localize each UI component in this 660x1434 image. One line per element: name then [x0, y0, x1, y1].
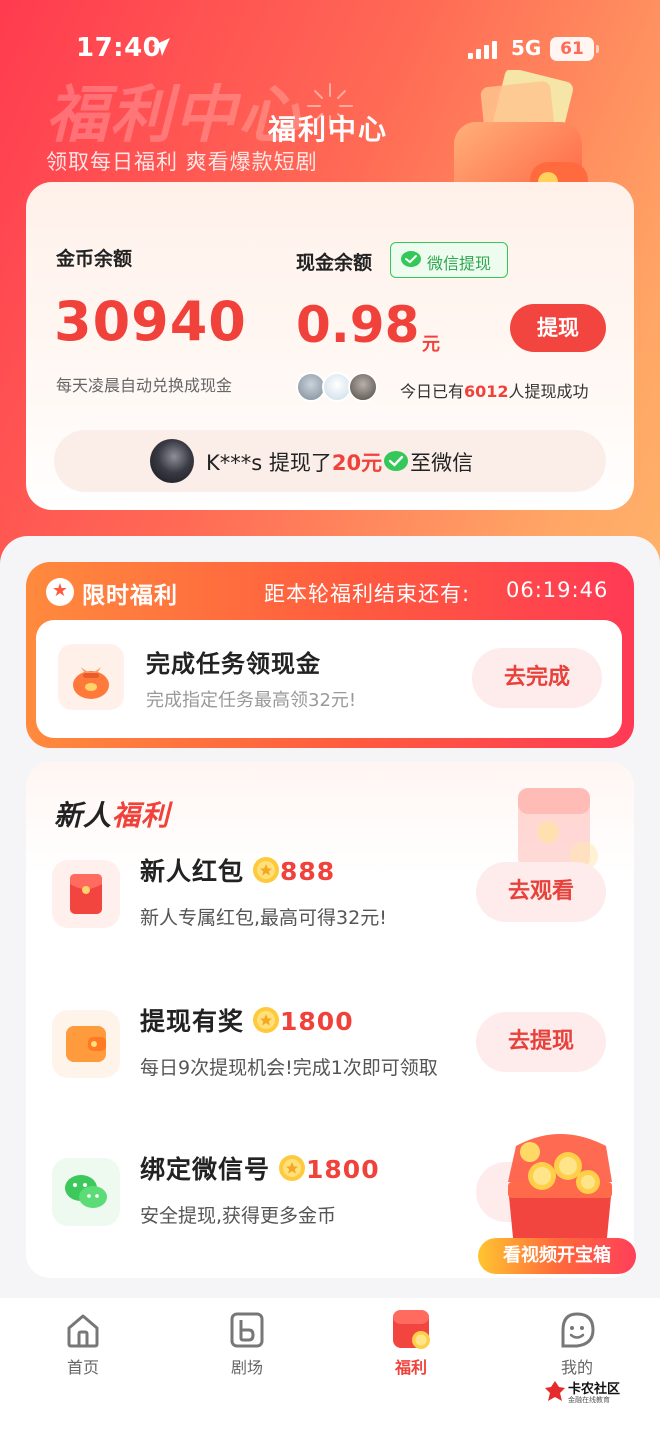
- coin-icon: [279, 1155, 306, 1181]
- coin-exchange-note: 每天凌晨自动兑换成现金: [56, 376, 233, 395]
- complete-task-button[interactable]: 去完成: [472, 648, 602, 708]
- section-title: 新人福利: [54, 794, 170, 834]
- cash-balance-value: 0.98: [296, 296, 420, 354]
- tab-label: 福利: [394, 1358, 427, 1377]
- benefit-name: 绑定微信号: [140, 1155, 271, 1184]
- coin-icon: [253, 1007, 280, 1033]
- ticker-user: K***s: [206, 451, 263, 475]
- tab-welfare[interactable]: 福利: [356, 1310, 466, 1380]
- battery-cap: [596, 45, 599, 53]
- task-box: 完成任务领现金 完成指定任务最高领32元! 去完成: [36, 620, 622, 738]
- ticker-suffix: 至微信: [410, 451, 474, 475]
- theater-icon: [230, 1312, 264, 1348]
- money-bag-icon: [73, 667, 109, 699]
- benefit-row-red-envelope: 新人红包 888 新人专属红包,最高可得32元! 去观看: [26, 857, 634, 980]
- wallet-icon: [66, 1026, 106, 1062]
- coin-balance-label: 金币余额: [56, 248, 133, 270]
- benefit-description: 安全提现,获得更多金币: [140, 1205, 337, 1227]
- status-time: 17:40: [76, 33, 162, 63]
- benefit-row-withdraw-reward: 提现有奖 1800 每日9次提现机会!完成1次即可领取 去提现: [26, 1007, 634, 1130]
- tab-label: 剧场: [230, 1358, 263, 1377]
- benefit-icon-container: [52, 1010, 120, 1078]
- coin-balance-value: 30940: [54, 290, 247, 353]
- cash-balance-label: 现金余额: [296, 252, 373, 274]
- wechat-check-icon: [384, 451, 409, 471]
- benefit-description: 新人专属红包,最高可得32元!: [140, 907, 387, 929]
- success-count: 6012: [464, 382, 509, 401]
- tab-theater[interactable]: 剧场: [192, 1310, 302, 1380]
- network-label: 5G: [511, 36, 542, 60]
- treasure-chest-icon[interactable]: [494, 1126, 626, 1254]
- benefit-points: 1800: [306, 1155, 380, 1184]
- watch-button[interactable]: 去观看: [476, 862, 606, 922]
- home-icon: [67, 1314, 99, 1348]
- benefit-title: 绑定微信号 1800: [140, 1150, 380, 1186]
- balance-card: 金币余额 30940 每天凌晨自动兑换成现金 现金余额 微信提现 0.98 元 …: [26, 182, 634, 510]
- kanong-tagline: 金融在线教育: [568, 1396, 610, 1404]
- cash-unit: 元: [422, 334, 440, 355]
- avatar: [348, 372, 378, 402]
- red-envelope-icon: [70, 874, 102, 914]
- ticker-action: 提现了: [262, 451, 332, 475]
- benefit-icon-container: [52, 860, 120, 928]
- success-suffix: 人提现成功: [508, 382, 589, 401]
- avatar-group: [296, 372, 382, 404]
- ticker-amount: 20元: [331, 451, 383, 475]
- ticker-text: K***s 提现了20元 至微信: [206, 447, 473, 477]
- benefit-name: 提现有奖: [140, 1007, 245, 1036]
- tab-label: 我的: [560, 1358, 593, 1377]
- go-withdraw-button[interactable]: 去提现: [476, 1012, 606, 1072]
- page-subtitle: 领取每日福利 爽看爆款短剧: [46, 150, 318, 174]
- withdraw-success-text: 今日已有6012人提现成功: [400, 378, 589, 402]
- kanong-community-logo: 卡农社区 金融在线教育: [544, 1378, 626, 1408]
- kanong-logo-icon: [545, 1381, 565, 1401]
- limited-title: 限时福利: [82, 583, 178, 609]
- withdraw-ticker: K***s 提现了20元 至微信: [54, 430, 606, 492]
- star-icon: ★: [46, 578, 74, 606]
- bottom-tab-bar: 首页 剧场 福利 我的: [0, 1298, 660, 1434]
- tab-label: 首页: [66, 1358, 99, 1377]
- battery-indicator: 61: [550, 37, 594, 61]
- task-description: 完成指定任务最高领32元!: [146, 690, 357, 711]
- task-title: 完成任务领现金: [146, 650, 321, 678]
- title-accent: 福利: [112, 799, 171, 832]
- coin-icon: [253, 857, 280, 883]
- benefit-title: 提现有奖 1800: [140, 1002, 354, 1038]
- benefit-points: 1800: [280, 1007, 354, 1036]
- benefit-description: 每日9次提现机会!完成1次即可领取: [140, 1057, 438, 1079]
- open-treasure-button[interactable]: 看视频开宝箱: [478, 1238, 636, 1274]
- countdown-timer: 06:19:46: [506, 578, 609, 602]
- title-prefix: 新人: [54, 799, 113, 832]
- benefit-title: 新人红包 888: [140, 852, 335, 888]
- header-watermark: 福利中心: [46, 78, 303, 151]
- benefit-points: 888: [280, 857, 336, 886]
- wechat-check-icon: [401, 251, 421, 267]
- benefit-name: 新人红包: [140, 857, 245, 886]
- signal-icon: [468, 41, 497, 59]
- task-icon-container: [58, 644, 124, 710]
- page-title: 福利中心: [268, 113, 389, 146]
- profile-icon: [561, 1312, 595, 1348]
- withdraw-button[interactable]: 提现: [510, 304, 606, 352]
- success-prefix: 今日已有: [400, 382, 465, 401]
- wechat-icon: [65, 1175, 107, 1208]
- countdown-label: 距本轮福利结束还有:: [264, 582, 471, 606]
- benefit-icon-container: [52, 1158, 120, 1226]
- location-arrow-icon: [152, 38, 170, 56]
- wechat-withdraw-badge: 微信提现: [390, 242, 508, 278]
- limited-time-card: ★ 限时福利 距本轮福利结束还有: 06:19:46 完成任务领现金 完成指定任…: [26, 562, 634, 748]
- avatar: [150, 439, 194, 483]
- welfare-icon: [393, 1310, 430, 1349]
- tab-profile[interactable]: 我的: [522, 1310, 632, 1380]
- tab-home[interactable]: 首页: [28, 1310, 138, 1380]
- wechat-withdraw-label: 微信提现: [427, 254, 492, 273]
